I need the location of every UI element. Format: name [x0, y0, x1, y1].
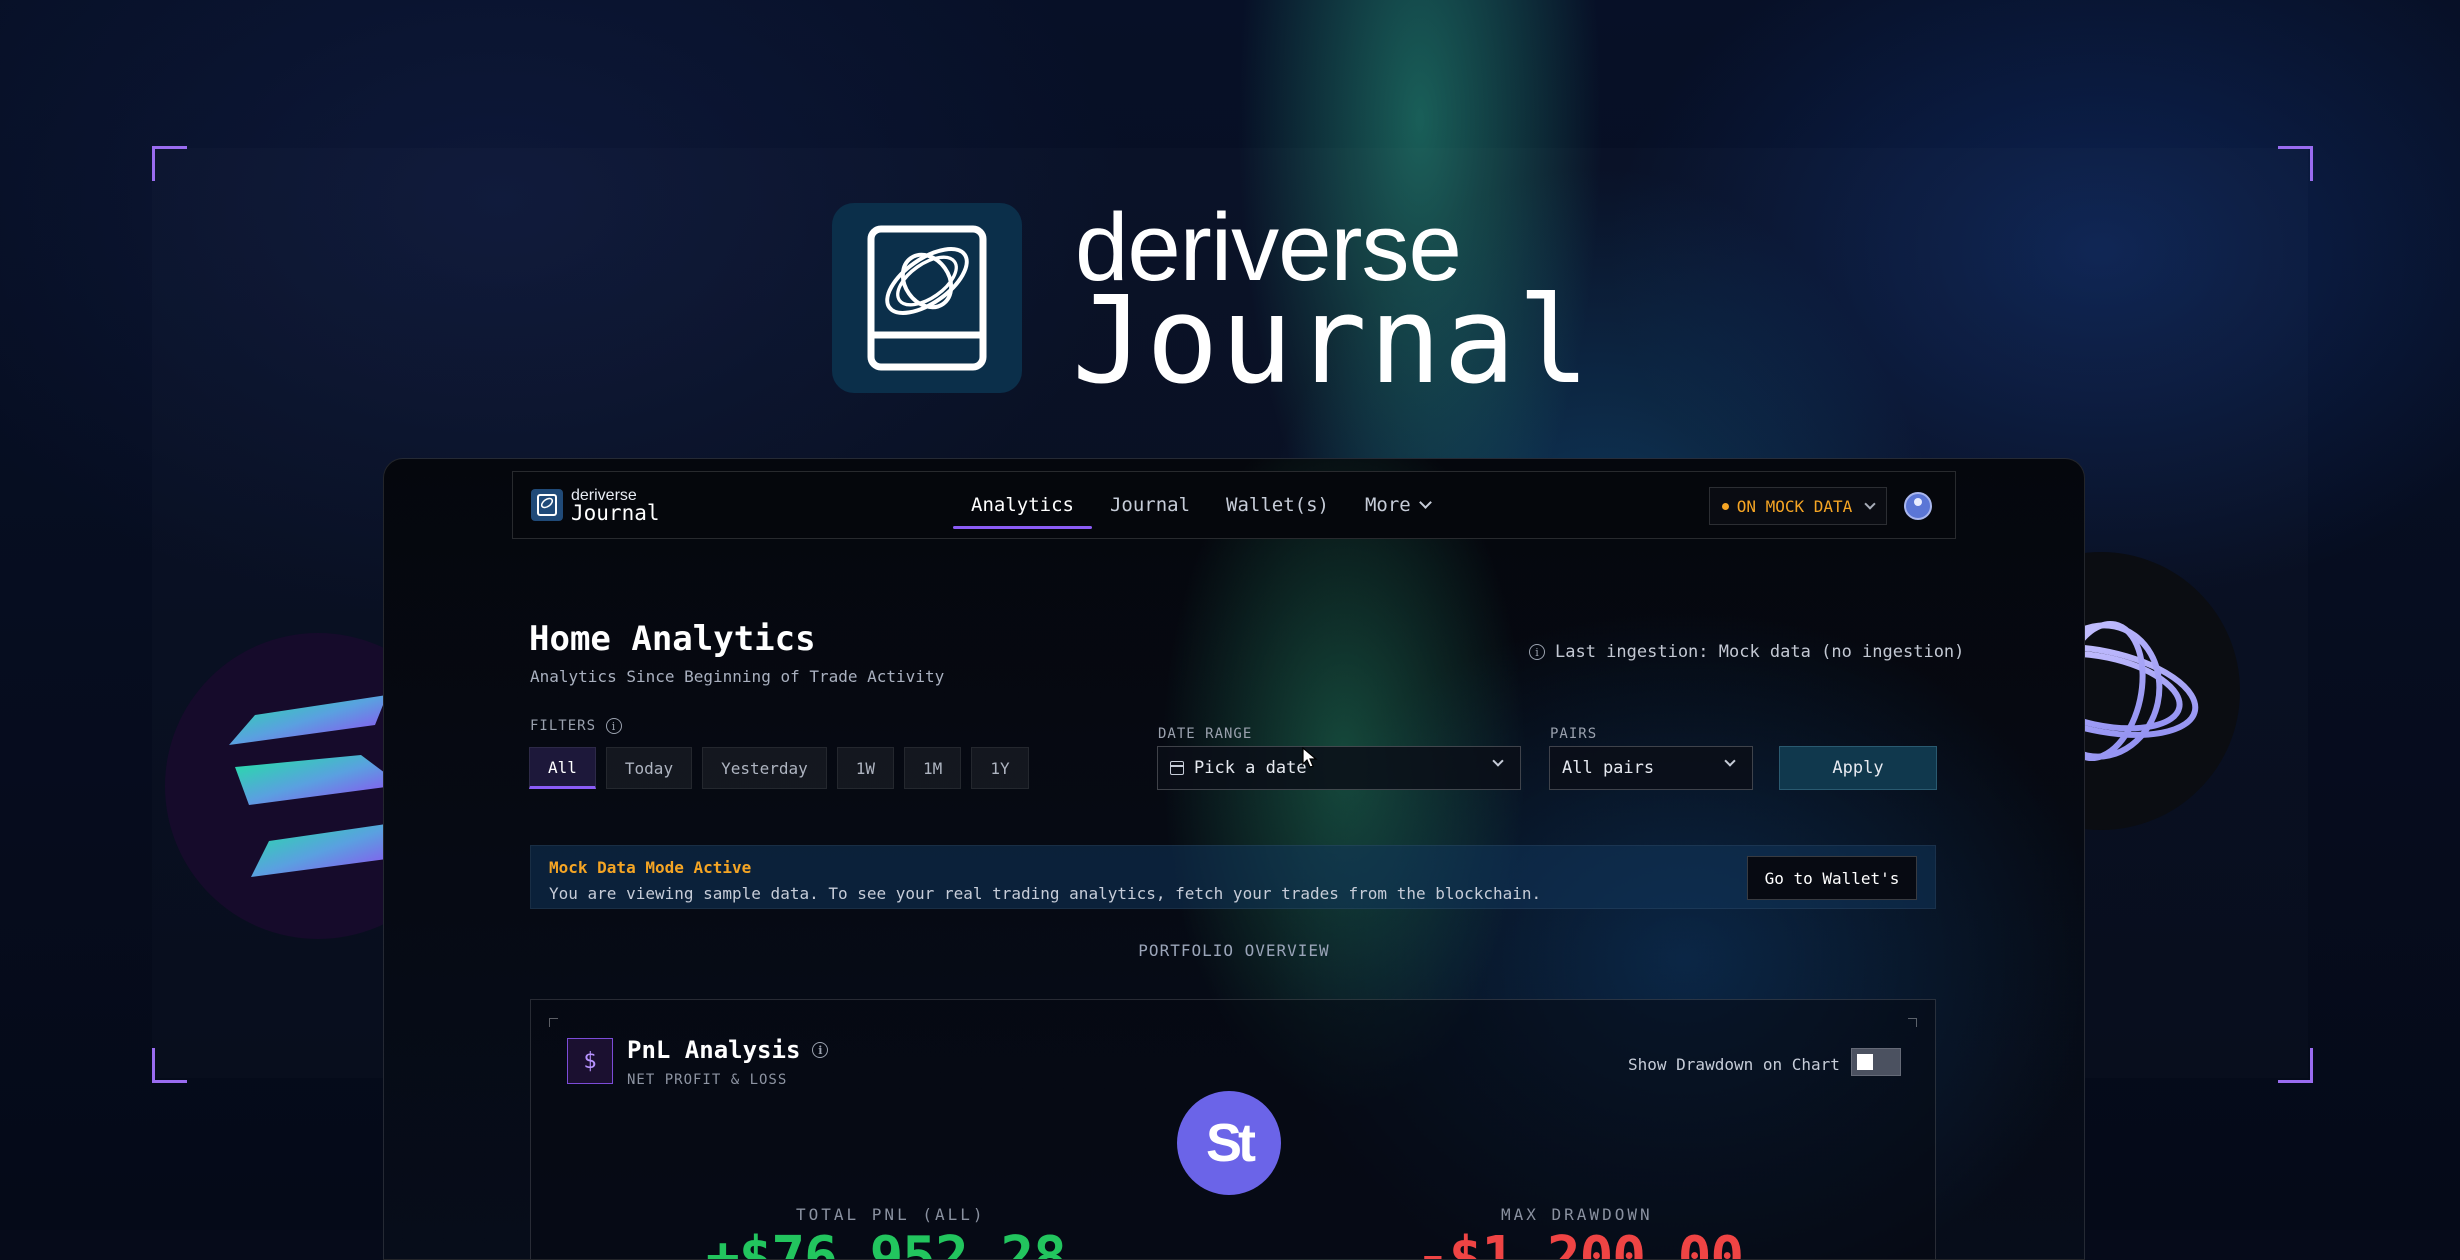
- pairs-label: PAIRS: [1550, 726, 1598, 742]
- top-navbar: deriverse Journal Analytics Journal Wall…: [512, 471, 1956, 539]
- date-range-value: Pick a date: [1194, 758, 1307, 778]
- pairs-value: All pairs: [1562, 758, 1655, 778]
- mock-data-banner: Mock Data Mode Active You are viewing sa…: [530, 845, 1936, 909]
- max-drawdown-value: -$1,200.00: [1416, 1225, 1744, 1260]
- nav-logo-icon[interactable]: [531, 489, 563, 521]
- pnl-title-text: PnL Analysis: [627, 1036, 801, 1064]
- chevron-down-icon: [1418, 496, 1432, 509]
- last-ingestion-text: Last ingestion: Mock data (no ingestion): [1555, 642, 1965, 662]
- card-corner-tick: [549, 1018, 558, 1027]
- pairs-select[interactable]: All pairs: [1549, 746, 1753, 790]
- filters-label-text: FILTERS: [530, 718, 597, 734]
- dollar-icon: $: [567, 1038, 613, 1084]
- filter-buttons: All Today Yesterday 1W 1M 1Y: [529, 747, 1029, 789]
- mouse-cursor-icon: [1302, 747, 1318, 768]
- filter-today[interactable]: Today: [605, 747, 693, 789]
- last-ingestion-status: i Last ingestion: Mock data (no ingestio…: [1529, 642, 1964, 662]
- total-pnl-label: TOTAL PNL (ALL): [796, 1205, 986, 1224]
- filter-all[interactable]: All: [529, 747, 596, 789]
- data-mode-label: ON MOCK DATA: [1736, 496, 1853, 516]
- chevron-down-icon: [1724, 755, 1736, 767]
- status-dot-icon: [1721, 502, 1729, 510]
- card-corner-tick: [1908, 1018, 1917, 1027]
- mock-banner-text: You are viewing sample data. To see your…: [549, 884, 1542, 903]
- st-badge-icon: St: [1177, 1091, 1281, 1195]
- pnl-title: PnL Analysis i: [627, 1036, 829, 1064]
- frame-corner-top-left: [152, 146, 187, 181]
- info-icon[interactable]: i: [606, 718, 623, 734]
- filter-1w[interactable]: 1W: [836, 747, 895, 789]
- total-pnl-value: +$76,952.28: [706, 1225, 1067, 1260]
- avatar[interactable]: [1904, 492, 1932, 520]
- max-drawdown-label: MAX DRAWDOWN: [1501, 1205, 1653, 1224]
- info-icon: i: [1529, 644, 1545, 660]
- drawdown-toggle[interactable]: [1851, 1048, 1901, 1076]
- filter-yesterday[interactable]: Yesterday: [702, 747, 827, 789]
- nav-link-more[interactable]: More: [1347, 472, 1448, 538]
- filters-label: FILTERS i: [530, 718, 623, 734]
- apply-button[interactable]: Apply: [1779, 746, 1937, 790]
- drawdown-toggle-label: Show Drawdown on Chart: [1628, 1055, 1840, 1074]
- nav-link-more-label: More: [1364, 494, 1411, 516]
- hero-brand-journal: Journal: [1072, 272, 1592, 411]
- filter-1y[interactable]: 1Y: [971, 747, 1029, 789]
- nav-links: Analytics Journal Wallet(s) More: [953, 472, 1448, 538]
- nav-link-wallets[interactable]: Wallet(s): [1208, 472, 1347, 538]
- page-subtitle: Analytics Since Beginning of Trade Activ…: [530, 667, 945, 686]
- pnl-subtitle: NET PROFIT & LOSS: [627, 1072, 788, 1088]
- page-title: Home Analytics: [529, 619, 816, 659]
- info-icon[interactable]: i: [812, 1042, 829, 1058]
- go-to-wallets-button[interactable]: Go to Wallet's: [1747, 856, 1917, 900]
- nav-brand-journal: Journal: [571, 501, 660, 525]
- date-range-picker[interactable]: Pick a date: [1157, 746, 1521, 790]
- chevron-down-icon: [1864, 497, 1876, 510]
- portfolio-overview-heading: PORTFOLIO OVERVIEW: [1138, 941, 1330, 960]
- nav-link-journal[interactable]: Journal: [1092, 472, 1208, 538]
- frame-corner-bottom-right: [2278, 1048, 2313, 1083]
- data-mode-dropdown[interactable]: ON MOCK DATA: [1709, 487, 1887, 525]
- date-range-label: DATE RANGE: [1158, 726, 1253, 742]
- journal-logo-icon: [832, 203, 1022, 393]
- frame-corner-top-right: [2278, 146, 2313, 181]
- frame-corner-bottom-left: [152, 1048, 187, 1083]
- mock-banner-title: Mock Data Mode Active: [549, 858, 752, 877]
- chevron-down-icon: [1492, 755, 1504, 767]
- filter-1m[interactable]: 1M: [904, 747, 962, 789]
- calendar-icon: [1170, 761, 1184, 775]
- nav-link-analytics[interactable]: Analytics: [953, 472, 1092, 538]
